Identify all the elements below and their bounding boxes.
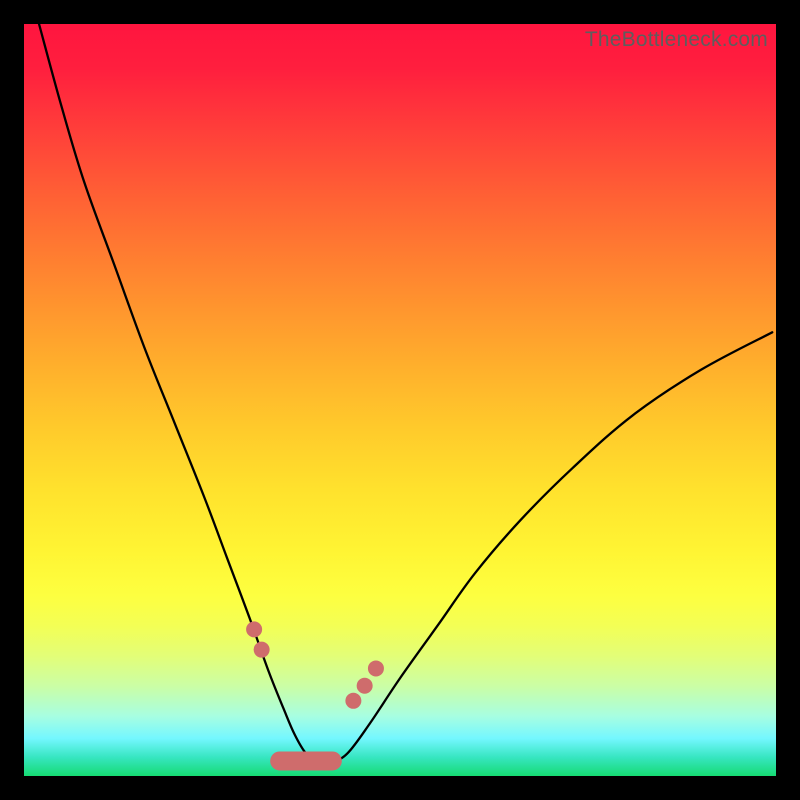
marker-dot-right [357, 678, 373, 694]
bottleneck-curve [39, 24, 772, 762]
marker-dot-left [246, 621, 262, 637]
chart-area: TheBottleneck.com [24, 24, 776, 776]
marker-dot-right [345, 693, 361, 709]
chart-svg [24, 24, 776, 776]
marker-dot-right [368, 660, 384, 676]
marker-dot-left [254, 642, 270, 658]
